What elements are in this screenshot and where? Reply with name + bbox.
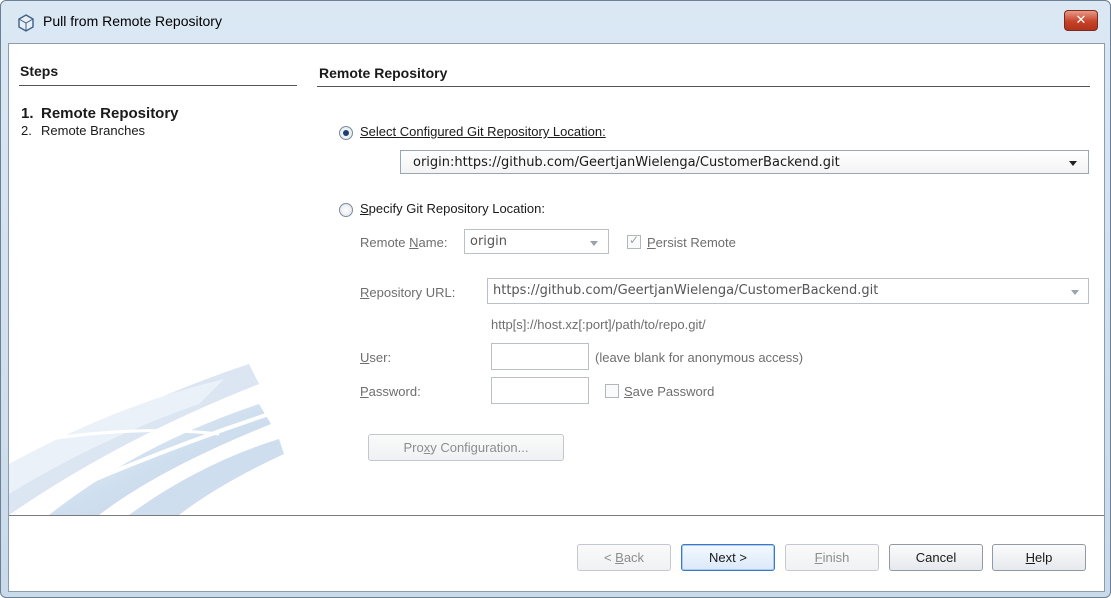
- mnemonic: N: [409, 235, 419, 250]
- panel-divider: [317, 86, 1090, 87]
- label-part: elp: [1035, 550, 1053, 565]
- label-part: ave Password: [632, 384, 715, 399]
- user-hint: (leave blank for anonymous access): [595, 350, 804, 365]
- label-part: ersist Remote: [655, 235, 736, 250]
- dropdown-value: origin:https://github.com/GeertjanWielen…: [413, 155, 840, 170]
- dialog-window: Pull from Remote Repository ✕ Steps 1. Re…: [0, 0, 1111, 598]
- save-password-checkbox[interactable]: [605, 384, 619, 398]
- remote-repository-panel: Remote Repository Select Configured Git …: [305, 44, 1106, 515]
- finish-button[interactable]: Finish: [785, 544, 879, 571]
- step-label: Remote Branches: [41, 123, 146, 138]
- remote-name-value: origin: [470, 234, 508, 249]
- password-label: Password:: [360, 384, 421, 399]
- label-part: assword:: [368, 384, 421, 399]
- chevron-down-icon: [590, 241, 598, 246]
- remote-name-combo[interactable]: origin: [464, 229, 609, 254]
- user-field[interactable]: [491, 343, 589, 370]
- next-button[interactable]: Next >: [681, 544, 775, 571]
- title-bar[interactable]: Pull from Remote Repository ✕: [1, 1, 1110, 43]
- step-label: Remote Repository: [41, 105, 179, 122]
- specify-location-radio[interactable]: [339, 203, 353, 217]
- mnemonic: B: [615, 550, 624, 565]
- mnemonic: S: [624, 384, 633, 399]
- mnemonic: C: [399, 124, 410, 139]
- proxy-configuration-button[interactable]: Proxy Configuration...: [368, 434, 564, 461]
- mnemonic: F: [814, 550, 823, 565]
- mnemonic: P: [360, 384, 369, 399]
- label-part: inish: [822, 550, 850, 565]
- mnemonic: R: [360, 285, 370, 300]
- step-number: 1.: [21, 105, 34, 122]
- netbeans-cube-icon: [18, 14, 34, 32]
- repository-url-combo[interactable]: https://github.com/GeertjanWielenga/Cust…: [487, 278, 1089, 304]
- persist-remote-checkbox[interactable]: [627, 233, 641, 249]
- user-label: User:: [360, 350, 391, 365]
- label-part: Remote: [360, 235, 410, 250]
- mnemonic: S: [360, 201, 369, 216]
- label-part: y Configuration...: [430, 440, 529, 455]
- save-password-label[interactable]: Save Password: [624, 384, 714, 399]
- configured-location-label[interactable]: Select Configured Git Repository Locatio…: [360, 124, 606, 139]
- steps-title: Steps: [20, 63, 59, 79]
- configured-location-dropdown[interactable]: origin:https://github.com/GeertjanWielen…: [400, 150, 1089, 174]
- step-item-remote-branches: 2. Remote Branches: [21, 123, 145, 138]
- panel-title: Remote Repository: [319, 65, 448, 81]
- persist-remote-label[interactable]: Persist Remote: [647, 235, 736, 250]
- button-bar: < Back Next > Finish Cancel Help: [9, 518, 1104, 591]
- label-part: ser:: [369, 350, 392, 365]
- label-part: onfigured Git Repository Location:: [409, 124, 606, 139]
- remote-name-label: Remote Name:: [360, 235, 447, 250]
- repository-url-value: https://github.com/GeertjanWielenga/Cust…: [493, 283, 879, 298]
- step-item-remote-repository: 1. Remote Repository: [21, 105, 179, 122]
- dialog-content: Steps 1. Remote Repository 2. Remote Branc…: [8, 43, 1105, 592]
- help-button[interactable]: Help: [992, 544, 1086, 571]
- chevron-down-icon: [1071, 290, 1079, 295]
- window-title: Pull from Remote Repository: [43, 13, 222, 29]
- wizard-decoration-graphic: [9, 364, 284, 515]
- password-field[interactable]: [491, 377, 589, 404]
- label-part: ack: [623, 550, 645, 565]
- configured-location-radio[interactable]: [339, 126, 353, 140]
- steps-divider: [19, 85, 297, 86]
- steps-panel: Steps 1. Remote Repository 2. Remote Branc…: [9, 44, 305, 515]
- repository-url-label: Repository URL:: [360, 285, 455, 300]
- chevron-down-icon: [1069, 161, 1077, 166]
- label-part: epository URL:: [369, 285, 456, 300]
- mnemonic: P: [647, 235, 656, 250]
- mnemonic: H: [1025, 550, 1036, 565]
- repository-url-hint: http[s]://host.xz[:port]/path/to/repo.gi…: [491, 317, 706, 332]
- specify-location-label[interactable]: Specify Git Repository Location:: [360, 201, 545, 216]
- close-icon: ✕: [1075, 13, 1087, 28]
- label-part: <: [603, 550, 616, 565]
- back-button[interactable]: < Back: [577, 544, 671, 571]
- cancel-button[interactable]: Cancel: [889, 544, 983, 571]
- label-part: Select: [360, 124, 400, 139]
- mnemonic: U: [360, 350, 370, 365]
- label-part: pecify Git Repository Location:: [368, 201, 545, 216]
- label-part: ame:: [418, 235, 448, 250]
- button-bar-separator: [9, 515, 1104, 517]
- step-number: 2.: [21, 123, 32, 138]
- close-button[interactable]: ✕: [1064, 10, 1098, 31]
- label-part: Pro: [403, 440, 424, 455]
